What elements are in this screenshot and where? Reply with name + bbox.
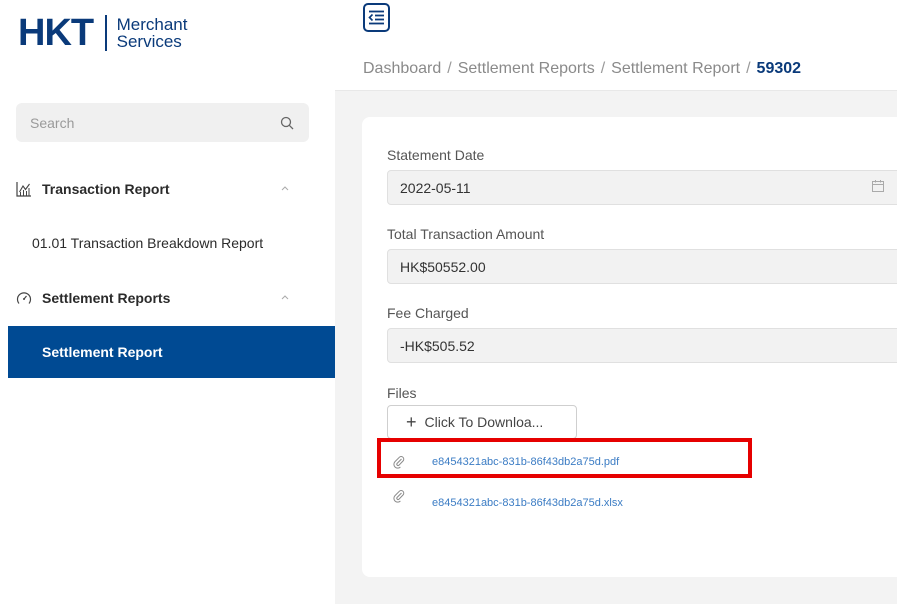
download-button-label: Click To Downloa... bbox=[424, 414, 544, 430]
search-input[interactable] bbox=[30, 114, 279, 131]
file-item-pdf[interactable]: e8454321abc-831b-86f43db2a75d.pdf bbox=[392, 452, 619, 472]
breadcrumb-separator: / bbox=[447, 60, 452, 77]
click-to-download-button[interactable]: + Click To Downloa... bbox=[387, 405, 577, 439]
fee-charged-label: Fee Charged bbox=[387, 305, 469, 321]
breadcrumb: Dashboard / Settlement Reports / Settlement … bbox=[363, 60, 801, 78]
breadcrumb-separator: / bbox=[746, 60, 751, 77]
paperclip-icon bbox=[393, 456, 405, 469]
sidebar-item-label: 01.01 Transaction Breakdown Report bbox=[32, 235, 264, 251]
search-icon[interactable] bbox=[279, 115, 295, 131]
calendar-icon[interactable] bbox=[871, 179, 885, 193]
chevron-up-icon bbox=[281, 295, 289, 300]
fee-charged-field: -HK$505.52 bbox=[387, 328, 897, 363]
total-transaction-amount-label: Total Transaction Amount bbox=[387, 226, 545, 242]
menu-collapse-icon bbox=[368, 10, 384, 25]
total-transaction-amount-value: HK$50552.00 bbox=[400, 258, 486, 275]
sidebar-group-label: Transaction Report bbox=[42, 181, 170, 197]
breadcrumb-current: 59302 bbox=[756, 60, 802, 77]
hkt-logo[interactable]: HKT Merchant Services bbox=[18, 14, 187, 52]
chevron-up-icon bbox=[281, 186, 289, 191]
files-label: Files bbox=[387, 385, 417, 401]
file-link-xlsx[interactable]: e8454321abc-831b-86f43db2a75d.xlsx bbox=[432, 497, 623, 509]
sidebar-item-transaction-breakdown-report[interactable]: 01.01 Transaction Breakdown Report bbox=[8, 217, 335, 269]
sidebar-item-label: Settlement Report bbox=[42, 344, 163, 360]
file-link-pdf[interactable]: e8454321abc-831b-86f43db2a75d.pdf bbox=[432, 456, 619, 468]
logo-hkt-text: HKT bbox=[18, 12, 94, 54]
search-box[interactable] bbox=[16, 103, 309, 142]
plus-icon: + bbox=[406, 412, 417, 432]
breadcrumb-separator: / bbox=[600, 60, 606, 77]
sidebar-group-transaction-report[interactable]: Transaction Report bbox=[8, 169, 335, 209]
breadcrumb-settlement-reports[interactable]: Settlement Reports bbox=[458, 60, 595, 77]
sidebar-group-label: Settlement Reports bbox=[42, 290, 171, 306]
paperclip-icon bbox=[393, 490, 405, 503]
fee-charged-value: -HK$505.52 bbox=[400, 337, 475, 354]
total-transaction-amount-field: HK$50552.00 bbox=[387, 249, 897, 284]
file-item-xlsx[interactable]: e8454321abc-831b-86f43db2a75d.xlsx bbox=[392, 490, 623, 513]
logo-merchant-services: Merchant Services bbox=[117, 16, 188, 50]
sidebar-item-settlement-report[interactable]: Settlement Report bbox=[8, 326, 335, 378]
breadcrumb-settlement-report[interactable]: Settlement Report bbox=[611, 60, 740, 77]
logo-divider bbox=[105, 15, 107, 51]
breadcrumb-dashboard[interactable]: Dashboard bbox=[363, 60, 441, 77]
statement-date-field[interactable]: 2022-05-11 bbox=[387, 170, 897, 205]
sidebar-group-settlement-reports[interactable]: Settlement Reports bbox=[8, 278, 335, 318]
main-content: Dashboard / Settlement Reports / Settlement … bbox=[335, 0, 897, 604]
menu-collapse-button[interactable] bbox=[363, 3, 390, 32]
statement-date-label: Statement Date bbox=[387, 147, 485, 163]
sidebar: HKT Merchant Services Transaction Report… bbox=[8, 0, 335, 604]
statement-date-value: 2022-05-11 bbox=[400, 179, 471, 196]
gauge-icon bbox=[14, 288, 34, 308]
logo-line-2: Services bbox=[116, 32, 182, 51]
chart-icon bbox=[14, 179, 34, 199]
